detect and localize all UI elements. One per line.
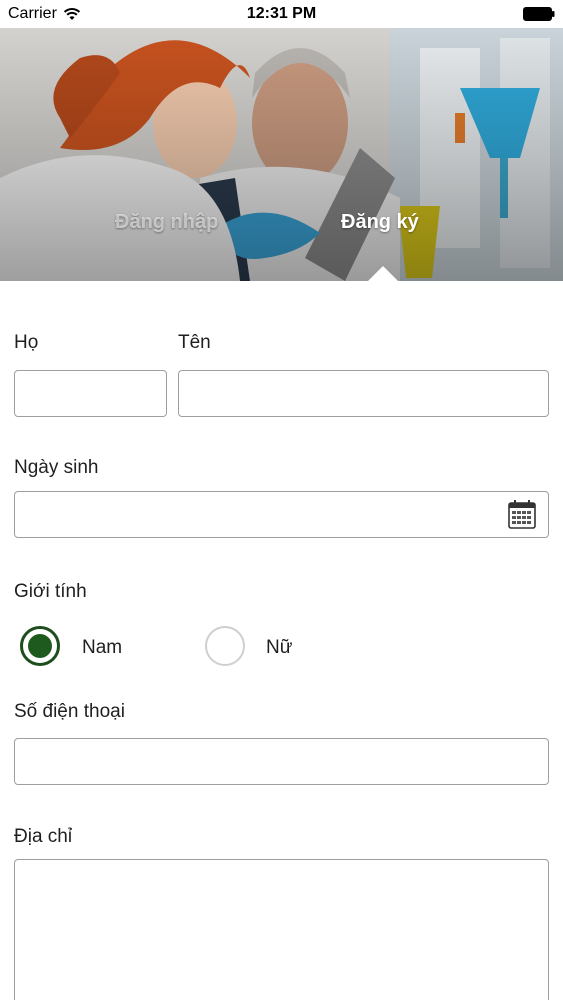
gender-label: Giới tính xyxy=(14,581,87,602)
first-name-label: Tên xyxy=(178,332,211,353)
gender-male-radio[interactable] xyxy=(20,626,60,666)
battery-icon xyxy=(523,7,555,21)
last-name-field[interactable] xyxy=(14,370,167,417)
active-tab-indicator xyxy=(368,266,398,281)
birthdate-label: Ngày sinh xyxy=(14,457,99,478)
first-name-field[interactable] xyxy=(178,370,549,417)
gender-female-radio[interactable] xyxy=(205,626,245,666)
address-field[interactable] xyxy=(14,859,549,1000)
gender-male-label: Nam xyxy=(82,637,123,658)
last-name-label: Họ xyxy=(14,332,39,353)
phone-label: Số điện thoại xyxy=(14,701,125,722)
gender-female-label: Nữ xyxy=(266,637,293,658)
calendar-icon[interactable] xyxy=(508,499,536,529)
phone-field[interactable] xyxy=(14,738,549,785)
status-bar: Carrier 12:31 PM xyxy=(0,0,563,28)
tab-register[interactable]: Đăng ký xyxy=(341,211,419,234)
birthdate-field[interactable] xyxy=(14,491,549,538)
address-label: Địa chỉ xyxy=(14,826,73,847)
tab-login[interactable]: Đăng nhập xyxy=(115,211,218,234)
header-overlay xyxy=(0,28,563,281)
header-banner: Đăng nhập Đăng ký xyxy=(0,28,563,281)
clock: 12:31 PM xyxy=(246,5,317,22)
